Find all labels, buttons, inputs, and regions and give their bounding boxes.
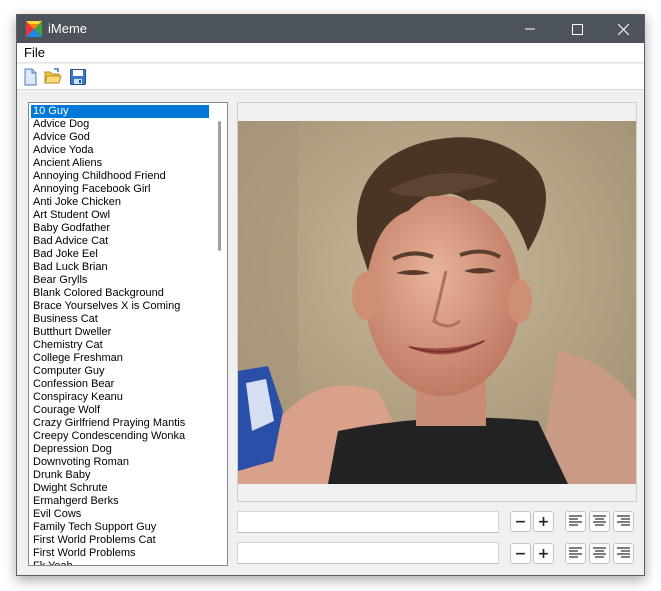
list-item[interactable]: First World Problems Cat <box>31 534 209 547</box>
list-item[interactable]: Bad Luck Brian <box>31 261 209 274</box>
close-button[interactable] <box>600 15 644 43</box>
bottom-text-input[interactable] <box>237 542 499 564</box>
list-item[interactable]: Confession Bear <box>31 378 209 391</box>
bottom-increase-size-button[interactable]: + <box>533 543 554 564</box>
list-item[interactable]: Ermahgerd Berks <box>31 495 209 508</box>
list-item[interactable]: Bear Grylls <box>31 274 209 287</box>
list-item[interactable]: Business Cat <box>31 313 209 326</box>
minimize-icon <box>525 28 535 30</box>
top-decrease-size-button[interactable]: − <box>510 511 531 532</box>
bottom-align-left-button[interactable] <box>565 543 586 564</box>
bottom-align-right-button[interactable] <box>613 543 634 564</box>
top-text-input[interactable] <box>237 511 499 533</box>
maximize-icon <box>571 23 583 35</box>
list-item[interactable]: Crazy Girlfriend Praying Mantis <box>31 417 209 430</box>
list-item[interactable]: Advice Yoda <box>31 144 209 157</box>
meme-photo-10-guy <box>238 121 636 484</box>
new-document-icon[interactable] <box>21 68 39 86</box>
top-align-center-button[interactable] <box>589 511 610 532</box>
list-item[interactable]: Family Tech Support Guy <box>31 521 209 534</box>
top-increase-size-button[interactable]: + <box>533 511 554 532</box>
close-icon <box>617 23 629 35</box>
maximize-button[interactable] <box>554 15 600 43</box>
list-item[interactable]: Courage Wolf <box>31 404 209 417</box>
list-item[interactable]: Creepy Condescending Wonka <box>31 430 209 443</box>
list-item[interactable]: Bad Advice Cat <box>31 235 209 248</box>
app-window: iMeme File 10 Guy Advice Dog Advice God … <box>16 14 645 576</box>
list-item[interactable]: Chemistry Cat <box>31 339 209 352</box>
list-item[interactable]: Art Student Owl <box>31 209 209 222</box>
align-right-icon <box>617 515 630 526</box>
list-item[interactable]: Fk Yeah <box>31 560 209 565</box>
app-logo-icon <box>26 21 42 37</box>
list-item[interactable]: First World Problems <box>31 547 209 560</box>
list-item[interactable]: College Freshman <box>31 352 209 365</box>
list-item[interactable]: Anti Joke Chicken <box>31 196 209 209</box>
title-bar[interactable]: iMeme <box>17 15 644 43</box>
toolbar <box>17 64 644 90</box>
open-folder-icon[interactable] <box>44 68 62 86</box>
list-item[interactable]: Downvoting Roman <box>31 456 209 469</box>
list-item[interactable]: Advice God <box>31 131 209 144</box>
meme-list-items: 10 Guy Advice Dog Advice God Advice Yoda Anc… <box>31 105 209 565</box>
list-item[interactable]: Brace Yourselves X is Coming <box>31 300 209 313</box>
top-align-left-button[interactable] <box>565 511 586 532</box>
align-center-icon <box>593 515 606 526</box>
align-right-icon <box>617 547 630 558</box>
list-item[interactable]: Depression Dog <box>31 443 209 456</box>
menu-bar: File <box>17 43 644 63</box>
menu-file[interactable]: File <box>24 45 45 60</box>
scrollbar-thumb[interactable] <box>218 121 221 251</box>
meme-list[interactable]: 10 Guy Advice Dog Advice God Advice Yoda Anc… <box>28 102 228 566</box>
align-center-icon <box>593 547 606 558</box>
list-item[interactable]: Annoying Facebook Girl <box>31 183 209 196</box>
save-icon[interactable] <box>69 68 87 86</box>
minimize-button[interactable] <box>507 15 553 43</box>
list-scrollbar[interactable] <box>211 103 227 565</box>
list-item[interactable]: Annoying Childhood Friend <box>31 170 209 183</box>
list-item[interactable]: Computer Guy <box>31 365 209 378</box>
align-left-icon <box>569 547 582 558</box>
meme-image <box>238 121 636 484</box>
list-item[interactable]: Dwight Schrute <box>31 482 209 495</box>
align-left-icon <box>569 515 582 526</box>
list-item[interactable]: Evil Cows <box>31 508 209 521</box>
top-align-right-button[interactable] <box>613 511 634 532</box>
list-item[interactable]: Conspiracy Keanu <box>31 391 209 404</box>
list-item[interactable]: Butthurt Dweller <box>31 326 209 339</box>
bottom-decrease-size-button[interactable]: − <box>510 543 531 564</box>
list-item[interactable]: Blank Colored Background <box>31 287 209 300</box>
list-item[interactable]: 10 Guy <box>31 105 209 118</box>
list-item[interactable]: Ancient Aliens <box>31 157 209 170</box>
list-item[interactable]: Bad Joke Eel <box>31 248 209 261</box>
list-item[interactable]: Advice Dog <box>31 118 209 131</box>
list-item[interactable]: Baby Godfather <box>31 222 209 235</box>
list-item[interactable]: Drunk Baby <box>31 469 209 482</box>
bottom-align-center-button[interactable] <box>589 543 610 564</box>
window-title: iMeme <box>48 21 88 36</box>
meme-preview <box>237 102 637 502</box>
